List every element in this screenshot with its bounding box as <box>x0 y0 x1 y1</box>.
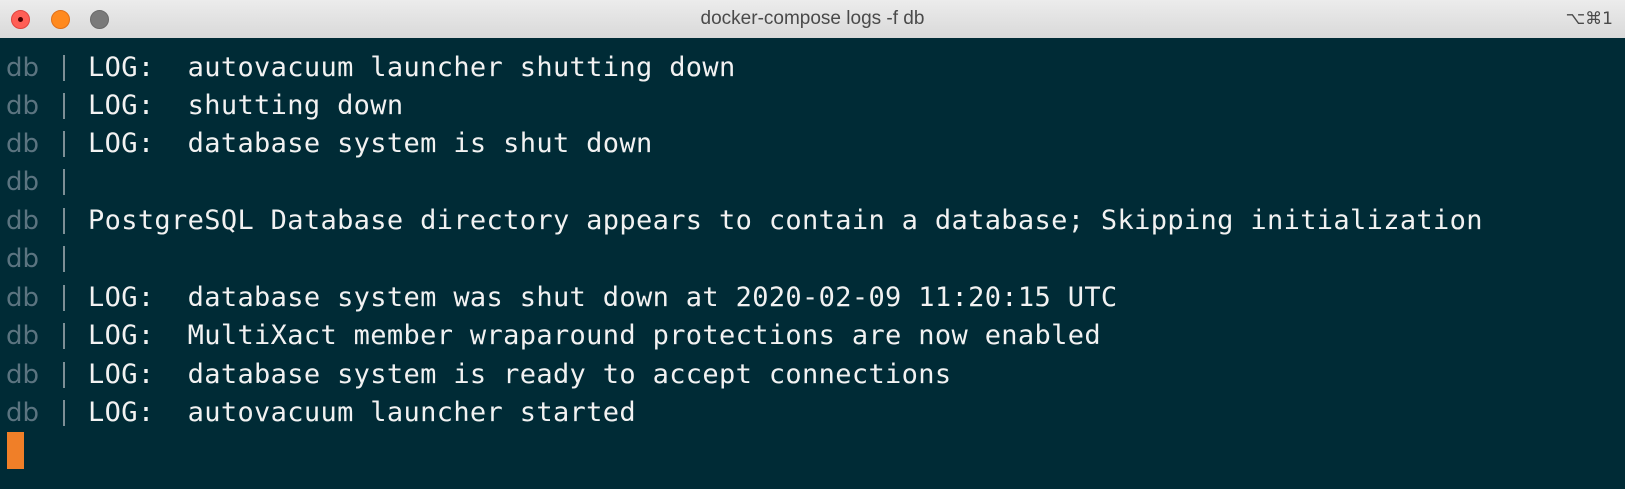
separator <box>63 323 65 349</box>
terminal-cursor <box>7 432 24 469</box>
log-line: db PostgreSQL Database directory appears… <box>0 202 1625 240</box>
separator <box>63 55 65 81</box>
separator <box>63 400 65 426</box>
terminal-output[interactable]: db LOG: autovacuum launcher shutting dow… <box>0 38 1625 489</box>
log-line: db LOG: database system is ready to acce… <box>0 356 1625 394</box>
separator <box>63 246 65 272</box>
separator <box>63 169 65 195</box>
log-line: db <box>0 240 1625 278</box>
log-message: LOG: MultiXact member wraparound protect… <box>88 320 1101 351</box>
log-message: LOG: database system was shut down at 20… <box>88 282 1118 313</box>
log-line: db LOG: autovacuum launcher shutting dow… <box>0 49 1625 87</box>
log-line: db LOG: shutting down <box>0 87 1625 125</box>
log-message: LOG: database system is shut down <box>88 128 653 159</box>
log-line: db LOG: database system was shut down at… <box>0 279 1625 317</box>
log-line: db <box>0 163 1625 201</box>
terminal-window: docker-compose logs -f db ⌥⌘1 db LOG: au… <box>0 0 1625 489</box>
service-prefix: db <box>6 206 40 236</box>
service-prefix: db <box>6 167 40 197</box>
tab-shortcut: ⌥⌘1 <box>1565 9 1613 29</box>
service-prefix: db <box>6 53 40 83</box>
service-prefix: db <box>6 321 40 351</box>
service-prefix: db <box>6 91 40 121</box>
service-prefix: db <box>6 398 40 428</box>
separator <box>63 208 65 234</box>
log-message: LOG: database system is ready to accept … <box>88 359 952 390</box>
service-prefix: db <box>6 244 40 274</box>
separator <box>63 362 65 388</box>
title-bar[interactable]: docker-compose logs -f db ⌥⌘1 <box>0 0 1625 39</box>
log-message: PostgreSQL Database directory appears to… <box>88 205 1483 236</box>
log-line: db LOG: MultiXact member wraparound prot… <box>0 317 1625 355</box>
log-message: LOG: autovacuum launcher shutting down <box>88 52 736 83</box>
separator <box>63 285 65 311</box>
separator <box>63 131 65 157</box>
service-prefix: db <box>6 360 40 390</box>
log-line: db LOG: autovacuum launcher started <box>0 394 1625 432</box>
separator <box>63 93 65 119</box>
log-message: LOG: autovacuum launcher started <box>88 397 636 428</box>
log-line: db LOG: database system is shut down <box>0 125 1625 163</box>
window-title: docker-compose logs -f db <box>700 8 925 29</box>
log-message: LOG: shutting down <box>88 90 404 121</box>
service-prefix: db <box>6 283 40 313</box>
service-prefix: db <box>6 129 40 159</box>
